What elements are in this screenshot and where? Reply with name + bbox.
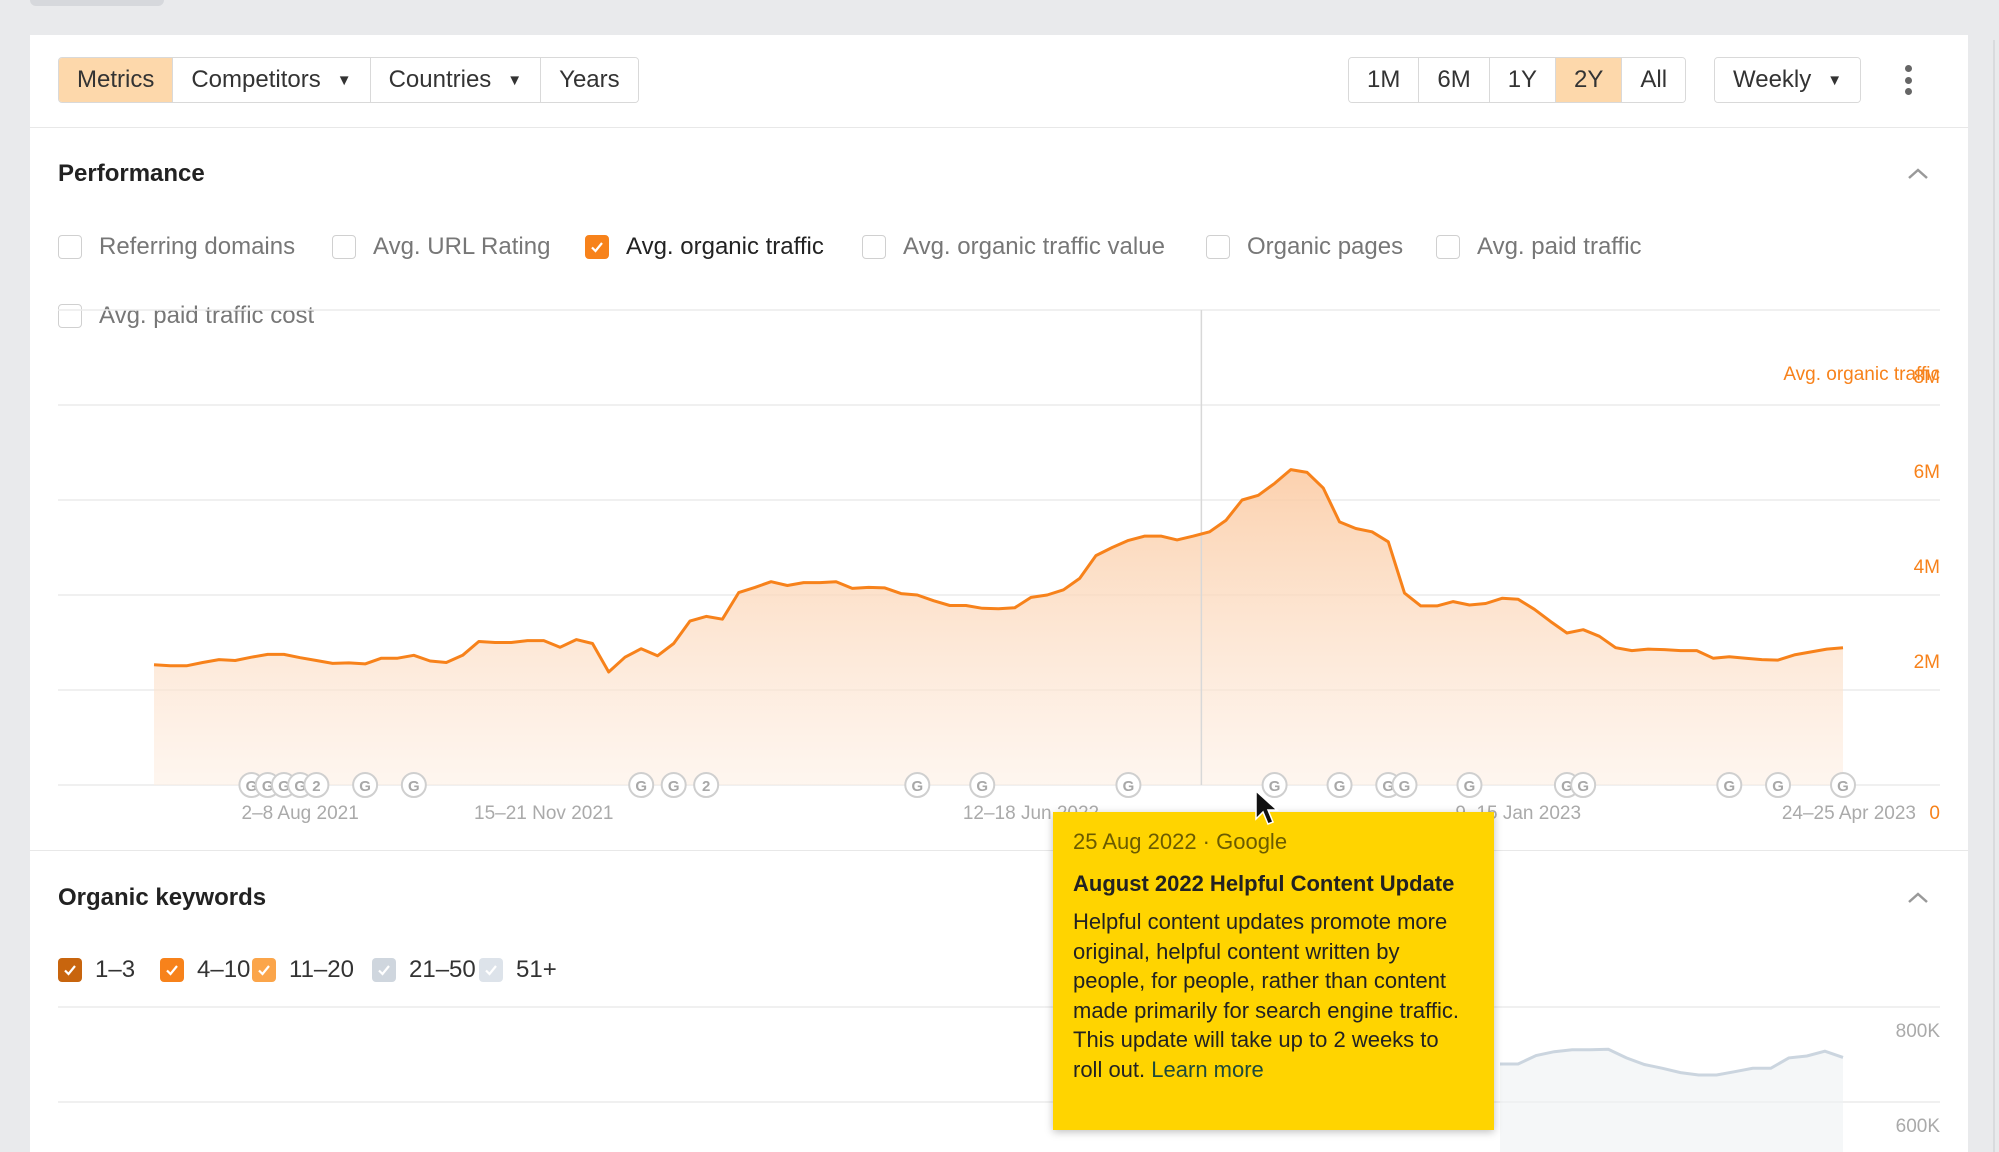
svg-text:G: G bbox=[635, 778, 647, 795]
google-update-marker-icon[interactable]: G bbox=[904, 772, 931, 798]
keyword-filter-label: 4–10 bbox=[197, 956, 251, 983]
keyword-filter-label: 51+ bbox=[516, 956, 557, 983]
y-tick-label: 6M bbox=[1914, 462, 1940, 483]
svg-text:2: 2 bbox=[312, 778, 320, 795]
mouse-cursor-icon bbox=[1255, 789, 1279, 825]
keyword-filter-1-3[interactable]: 1–3 bbox=[58, 956, 135, 984]
grouped-updates-marker[interactable]: 2 bbox=[693, 772, 720, 798]
right-scrollbar[interactable] bbox=[1993, 40, 1995, 1152]
tooltip-meta: 25 Aug 2022 · Google bbox=[1073, 829, 1288, 854]
traffic-area bbox=[154, 469, 1843, 785]
top-tab-remnant bbox=[30, 0, 164, 6]
checkbox-checked[interactable] bbox=[252, 958, 276, 982]
y-tick-label: 2M bbox=[1914, 652, 1940, 673]
svg-text:2: 2 bbox=[702, 778, 710, 795]
chevron-up-icon[interactable] bbox=[1906, 886, 1930, 910]
google-update-marker-icon[interactable]: G bbox=[969, 772, 996, 798]
google-update-marker-icon[interactable]: G bbox=[1456, 772, 1483, 798]
svg-text:G: G bbox=[408, 778, 420, 795]
checkmark-icon bbox=[166, 965, 178, 976]
google-update-marker-icon[interactable]: G bbox=[1391, 772, 1418, 798]
checkmark-icon bbox=[378, 965, 390, 976]
x-tick-label: 24–25 Apr 2023 bbox=[1782, 803, 1916, 824]
organic-keywords-title: Organic keywords bbox=[58, 884, 267, 911]
x-tick-label: 2–8 Aug 2021 bbox=[242, 803, 359, 824]
tooltip-body: Helpful content updates promote more ori… bbox=[1073, 907, 1474, 1084]
y-tick-label: 800K bbox=[1896, 1021, 1941, 1042]
tooltip-body-text: Helpful content updates promote more ori… bbox=[1073, 909, 1459, 1082]
event-tooltip: 25 Aug 2022 · Google August 2022 Helpful… bbox=[1053, 812, 1494, 1130]
svg-text:G: G bbox=[1123, 778, 1135, 795]
checkbox-checked[interactable] bbox=[479, 958, 503, 982]
x-tick-label: 15–21 Nov 2021 bbox=[474, 803, 613, 824]
svg-text:G: G bbox=[359, 778, 371, 795]
svg-text:G: G bbox=[976, 778, 988, 795]
svg-text:G: G bbox=[1837, 778, 1849, 795]
checkbox-checked[interactable] bbox=[58, 958, 82, 982]
google-update-marker-icon[interactable]: G bbox=[400, 772, 427, 798]
svg-text:G: G bbox=[1464, 778, 1476, 795]
google-update-marker-icon[interactable]: G bbox=[628, 772, 655, 798]
google-update-marker-icon[interactable]: G bbox=[1830, 772, 1856, 798]
svg-text:G: G bbox=[1772, 778, 1784, 795]
keyword-filter-21-50[interactable]: 21–50 bbox=[372, 956, 476, 984]
series-legend-label: Avg. organic traffic bbox=[1783, 364, 1940, 385]
checkbox-checked[interactable] bbox=[372, 958, 396, 982]
keywords-line bbox=[1500, 1047, 1844, 1077]
keyword-filter-51-[interactable]: 51+ bbox=[479, 956, 557, 984]
google-update-marker-icon[interactable]: G bbox=[1115, 772, 1142, 798]
grouped-updates-marker[interactable]: 2 bbox=[303, 772, 330, 798]
keyword-filter-11-20[interactable]: 11–20 bbox=[252, 956, 354, 984]
keywords-area bbox=[1500, 1049, 1843, 1152]
svg-text:G: G bbox=[1399, 778, 1411, 795]
checkbox-checked[interactable] bbox=[160, 958, 184, 982]
learn-more-link[interactable]: Learn more bbox=[1151, 1057, 1264, 1082]
svg-text:G: G bbox=[911, 778, 923, 795]
y-tick-label: 4M bbox=[1914, 557, 1940, 578]
google-update-marker-icon[interactable]: G bbox=[1570, 772, 1597, 798]
svg-text:G: G bbox=[1577, 778, 1589, 795]
google-update-marker-icon[interactable]: G bbox=[1716, 772, 1743, 798]
svg-text:G: G bbox=[1723, 778, 1735, 795]
keyword-filter-4-10[interactable]: 4–10 bbox=[160, 956, 250, 984]
organic-traffic-chart[interactable]: GGGG2GGGG2GGGGGGGGGGGGG 02M4M6M8M2–8 Aug… bbox=[30, 35, 1968, 855]
keyword-filter-label: 1–3 bbox=[95, 956, 136, 983]
keyword-filter-label: 21–50 bbox=[409, 956, 476, 983]
checkmark-icon bbox=[258, 965, 270, 976]
y-tick-label: 600K bbox=[1896, 1116, 1941, 1137]
google-update-marker-icon[interactable]: G bbox=[660, 772, 687, 798]
google-update-marker-icon[interactable]: G bbox=[1326, 772, 1353, 798]
checkmark-icon bbox=[64, 965, 76, 976]
keyword-filter-label: 11–20 bbox=[289, 956, 354, 983]
google-update-marker-icon[interactable]: G bbox=[352, 772, 379, 798]
tooltip-title: August 2022 Helpful Content Update bbox=[1073, 871, 1455, 896]
svg-text:G: G bbox=[668, 778, 680, 795]
overview-panel: Metrics Competitors ▼ Countries ▼ Years 1M… bbox=[30, 35, 1968, 1152]
svg-text:G: G bbox=[1334, 778, 1346, 795]
checkmark-icon bbox=[485, 965, 497, 976]
google-update-marker-icon[interactable]: G bbox=[1765, 772, 1792, 798]
y-tick-label: 0 bbox=[1929, 803, 1940, 824]
section-divider bbox=[30, 850, 1968, 851]
